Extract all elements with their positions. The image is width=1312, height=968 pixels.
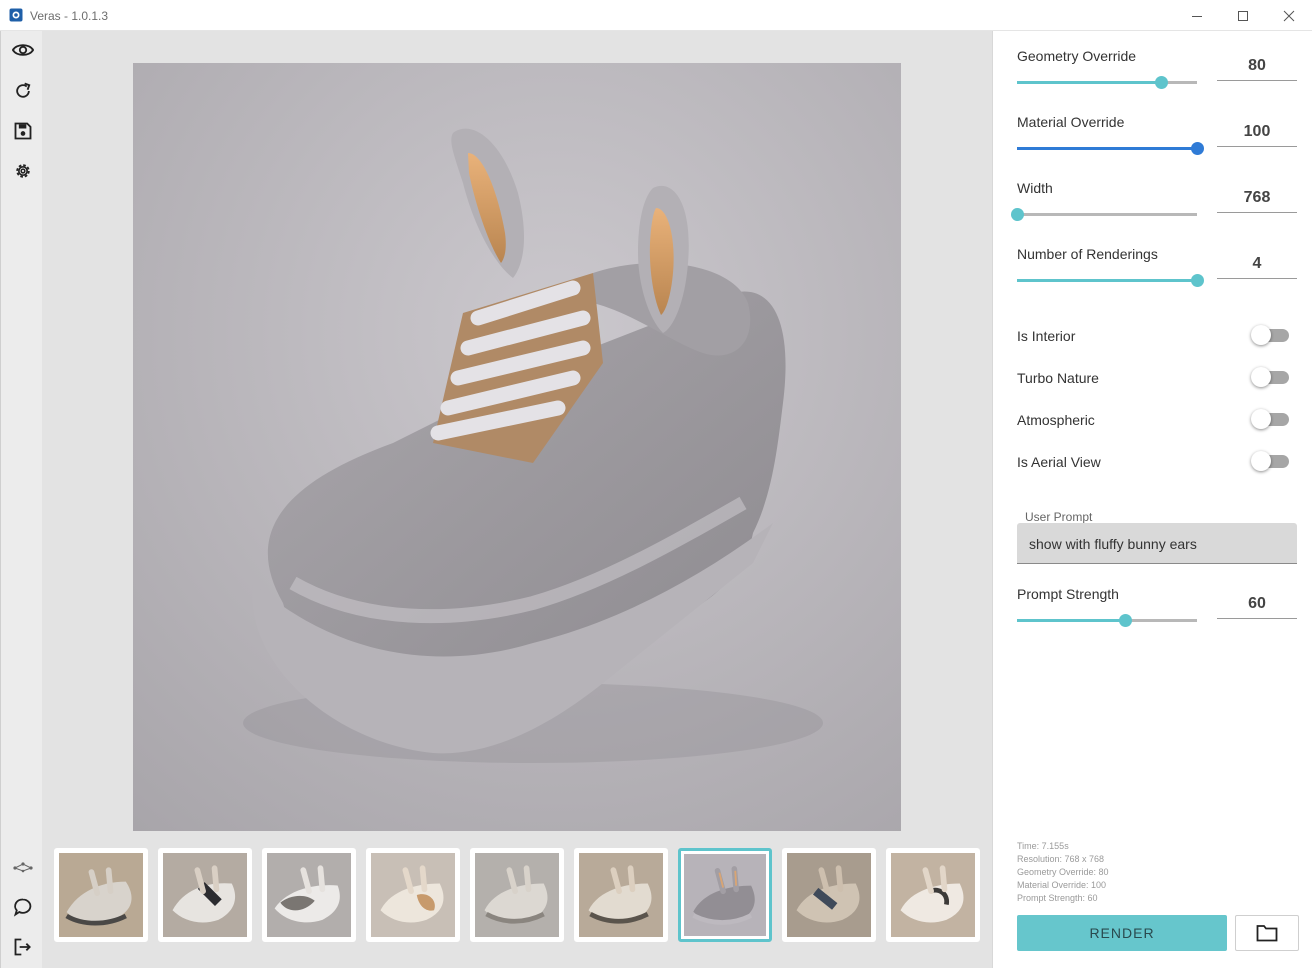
- thumbnail-5[interactable]: [470, 848, 564, 942]
- width-value[interactable]: 768: [1217, 183, 1297, 213]
- width-slider[interactable]: [1011, 208, 1197, 221]
- render-button[interactable]: RENDER: [1017, 915, 1227, 951]
- close-button[interactable]: [1266, 0, 1312, 31]
- prompt-strength-value[interactable]: 60: [1217, 589, 1297, 619]
- atmospheric-label: Atmospheric: [1017, 412, 1095, 428]
- turbo-nature-label: Turbo Nature: [1017, 370, 1099, 386]
- settings-button[interactable]: [11, 159, 35, 183]
- title-bar: Veras - 1.0.1.3: [0, 0, 1312, 31]
- thumbnail-9[interactable]: [886, 848, 980, 942]
- thumbnail-4[interactable]: [366, 848, 460, 942]
- material-override-value[interactable]: 100: [1217, 117, 1297, 147]
- prompt-strength-label: Prompt Strength: [1017, 586, 1119, 602]
- folder-icon: [1256, 925, 1278, 942]
- sign-out-button[interactable]: [11, 935, 35, 959]
- geometry-override-value[interactable]: 80: [1217, 51, 1297, 81]
- info-time: Time: 7.155s: [1017, 841, 1069, 851]
- settings-gear-icon: [16, 164, 30, 178]
- user-prompt-input[interactable]: show with fluffy bunny ears: [1017, 523, 1297, 564]
- number-of-renderings-value[interactable]: 4: [1217, 249, 1297, 279]
- network-icon: [13, 862, 33, 873]
- prompt-strength-slider[interactable]: [1017, 614, 1197, 627]
- prompt-strength-knob[interactable]: [1119, 614, 1132, 627]
- minimize-button[interactable]: [1174, 0, 1220, 31]
- material-override-knob[interactable]: [1191, 142, 1204, 155]
- maximize-button[interactable]: [1220, 0, 1266, 31]
- thumbnail-strip: [54, 848, 984, 944]
- refresh-icon: [16, 82, 31, 98]
- maximize-icon: [1238, 10, 1248, 21]
- is-aerial-view-toggle[interactable]: [1251, 451, 1289, 471]
- material-override-fill: [1017, 147, 1197, 150]
- number-of-renderings-slider[interactable]: [1017, 274, 1204, 287]
- geometry-override-label: Geometry Override: [1017, 48, 1137, 64]
- is-interior-label: Is Interior: [1017, 328, 1076, 344]
- thumbnail-8[interactable]: [782, 848, 876, 942]
- window-title: Veras - 1.0.1.3: [30, 9, 109, 23]
- thumbnail-2[interactable]: [158, 848, 252, 942]
- is-aerial-view-label: Is Aerial View: [1017, 454, 1101, 470]
- info-strength: Prompt Strength: 60: [1017, 893, 1098, 903]
- render-image: [133, 63, 901, 831]
- info-geometry: Geometry Override: 80: [1017, 867, 1109, 877]
- veras-app-icon: [9, 8, 23, 22]
- info-material: Material Override: 100: [1017, 880, 1107, 890]
- width-knob[interactable]: [1011, 208, 1024, 221]
- save-button[interactable]: [11, 119, 35, 143]
- eye-icon: [12, 44, 34, 56]
- save-icon: [14, 122, 32, 140]
- thumbnail-7-selected[interactable]: [678, 848, 772, 942]
- open-folder-button[interactable]: [1235, 915, 1299, 951]
- thumbnail-3[interactable]: [262, 848, 356, 942]
- render-info: Time: 7.155s Resolution: 768 x 768 Geome…: [1017, 840, 1109, 905]
- is-interior-toggle[interactable]: [1251, 325, 1289, 345]
- atmospheric-toggle[interactable]: [1251, 409, 1289, 429]
- prompt-strength-fill: [1017, 619, 1125, 622]
- exit-icon: [14, 938, 31, 956]
- geometry-override-knob[interactable]: [1155, 76, 1168, 89]
- number-of-renderings-knob[interactable]: [1191, 274, 1204, 287]
- network-button[interactable]: [11, 855, 35, 879]
- number-of-renderings-label: Number of Renderings: [1017, 246, 1158, 262]
- feedback-button[interactable]: [11, 895, 35, 919]
- info-resolution: Resolution: 768 x 768: [1017, 854, 1105, 864]
- material-override-label: Material Override: [1017, 114, 1125, 130]
- number-of-renderings-fill: [1017, 279, 1197, 282]
- render-viewport: [42, 31, 992, 968]
- minimize-icon: [1192, 15, 1202, 17]
- thumbnail-1[interactable]: [54, 848, 148, 942]
- user-prompt-label: User Prompt: [1025, 510, 1093, 524]
- settings-panel: Geometry Override 80 Material Override 1…: [992, 31, 1312, 968]
- material-override-slider[interactable]: [1017, 142, 1204, 155]
- width-label: Width: [1017, 180, 1053, 196]
- refresh-button[interactable]: [11, 79, 35, 103]
- turbo-nature-toggle[interactable]: [1251, 367, 1289, 387]
- preview-button[interactable]: [11, 38, 35, 62]
- geometry-override-slider[interactable]: [1017, 76, 1197, 89]
- thumbnail-6[interactable]: [574, 848, 668, 942]
- left-toolbar: [0, 31, 42, 968]
- user-prompt-value: show with fluffy bunny ears: [1029, 536, 1197, 552]
- chat-bubble-icon: [13, 898, 32, 917]
- close-icon: [1283, 10, 1295, 21]
- geometry-override-fill: [1017, 81, 1161, 84]
